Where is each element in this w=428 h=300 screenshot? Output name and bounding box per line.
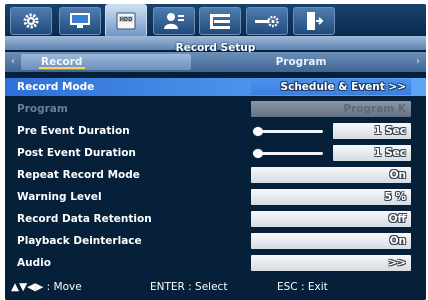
user-icon [164,13,184,29]
tab-record[interactable]: HDD [105,4,147,37]
record-mode-value: Schedule & Event >> [280,81,406,93]
move-hint: ▲▼◀▶ : Move [11,281,82,293]
setting-row-audio[interactable]: Audio >> [5,254,426,272]
post-event-label: Post Event Duration [17,147,136,159]
title-bar: Record Setup [5,36,426,54]
network-icon [210,14,230,29]
exit-icon [307,12,324,30]
post-event-slider[interactable] [251,145,329,161]
setting-row-post-event[interactable]: Post Event Duration 1 Sec [5,144,426,162]
prev-tab-arrow[interactable]: ‹ [6,52,20,72]
pre-event-slider[interactable] [251,123,329,139]
slider-track [257,152,323,155]
setting-row-warning-level[interactable]: Warning Level 5 % [5,188,426,206]
setting-row-deinterlace[interactable]: Playback Deinterlace On [5,232,426,250]
audio-field[interactable]: >> [251,255,411,271]
tab-exit[interactable] [293,7,335,35]
gear-icon [23,13,39,29]
tab-user[interactable] [153,7,195,35]
settings-slider-icon [255,15,279,28]
active-tab-underline [39,67,85,69]
audio-value: >> [388,257,406,269]
warning-level-value: 5 % [384,191,406,203]
data-retention-value: Off [388,213,406,225]
warning-level-label: Warning Level [17,191,102,203]
hdd-icon-label: HDD [120,17,133,23]
slider-track [257,130,323,133]
audio-label: Audio [17,257,51,269]
next-tab-arrow[interactable]: › [411,52,425,72]
tab-system[interactable] [10,7,52,35]
deinterlace-value: On [389,235,406,247]
subtab-program[interactable]: Program [201,54,401,70]
enter-hint: ENTER : Select [150,281,228,293]
record-mode-label: Record Mode [17,81,95,93]
program-field: Program K [251,101,411,117]
slider-knob[interactable] [253,149,263,158]
tab-display[interactable] [59,7,101,35]
setting-row-repeat-record[interactable]: Repeat Record Mode On [5,166,426,184]
repeat-record-label: Repeat Record Mode [17,169,140,181]
program-label: Program [17,103,68,115]
record-mode-field[interactable]: Schedule & Event >> [251,79,411,95]
setting-row-pre-event[interactable]: Pre Event Duration 1 Sec [5,122,426,140]
slider-knob[interactable] [253,127,263,136]
hdd-icon: HDD [116,12,136,29]
icon-tab-bar: HDD [5,4,426,37]
tab-device[interactable] [246,7,288,35]
pre-event-label: Pre Event Duration [17,125,130,137]
pre-event-value: 1 Sec [374,125,406,137]
deinterlace-label: Playback Deinterlace [17,235,142,247]
sub-tab-bar: ‹ Record Program › [5,52,426,72]
tab-network[interactable] [199,7,241,35]
data-retention-field[interactable]: Off [251,211,411,227]
setting-row-program: Program Program K [5,100,426,118]
esc-hint: ESC : Exit [277,281,328,293]
repeat-record-field[interactable]: On [251,167,411,183]
key-hint-footer: ▲▼◀▶ : Move ENTER : Select ESC : Exit [5,274,426,300]
program-value: Program K [343,103,406,115]
subtab-record[interactable]: Record [21,54,191,70]
warning-level-field[interactable]: 5 % [251,189,411,205]
post-event-value: 1 Sec [374,147,406,159]
deinterlace-field[interactable]: On [251,233,411,249]
monitor-icon [70,13,90,28]
post-event-field[interactable]: 1 Sec [333,145,411,161]
dvr-setup-screen: HDD Record Setup ‹ Record Program › Reco… [5,4,426,300]
setting-row-record-mode[interactable]: Record Mode Schedule & Event >> [5,78,426,96]
setting-row-data-retention[interactable]: Record Data Retention Off [5,210,426,228]
data-retention-label: Record Data Retention [17,213,152,225]
pre-event-field[interactable]: 1 Sec [333,123,411,139]
repeat-record-value: On [389,169,406,181]
